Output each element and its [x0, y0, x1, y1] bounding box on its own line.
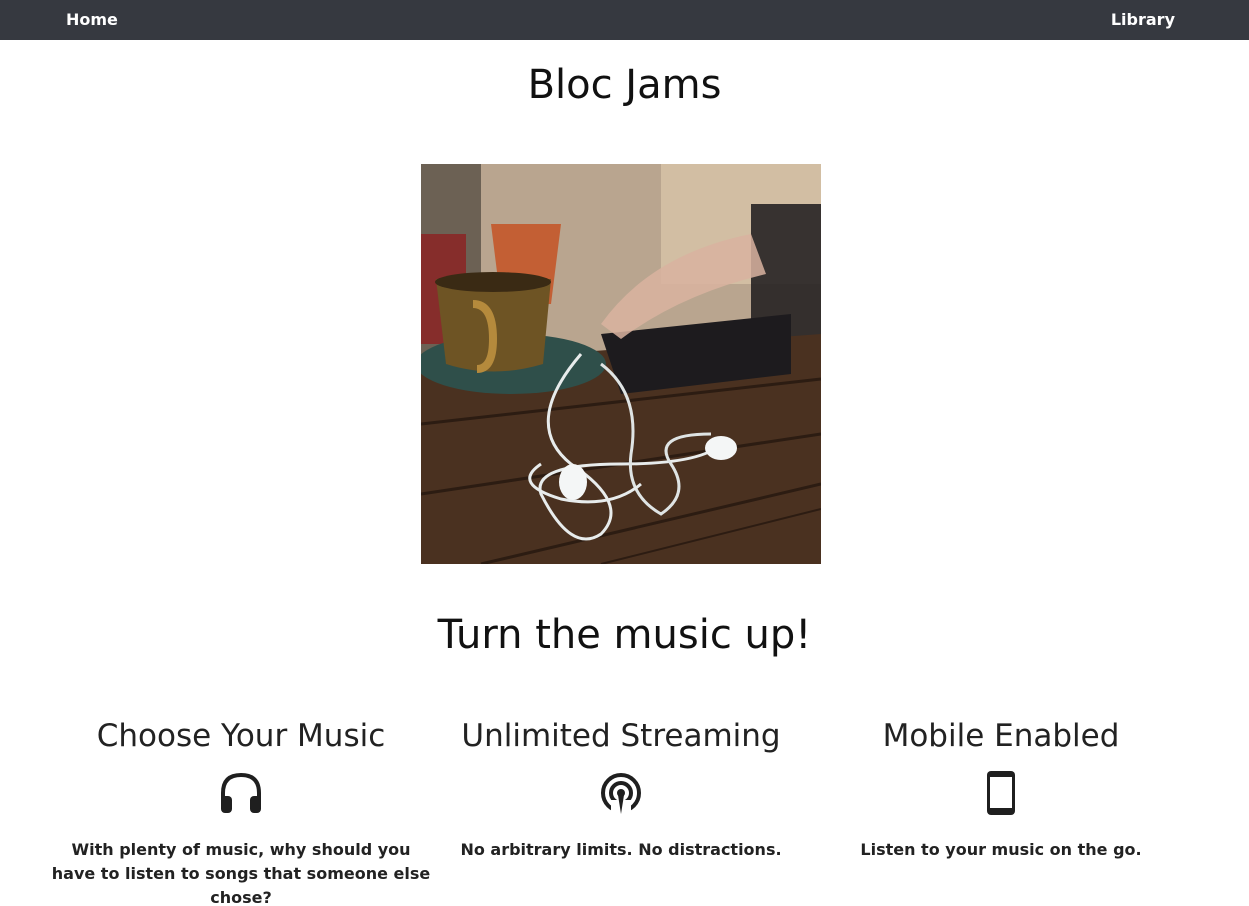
- top-navbar: Home Library: [0, 0, 1249, 40]
- feature-mobile-enabled: Mobile Enabled Listen to your music on t…: [811, 716, 1191, 862]
- hero-image: [421, 164, 821, 564]
- hero-image-illustration: [421, 164, 821, 564]
- headphones-icon: [221, 772, 261, 813]
- feature-title: Choose Your Music: [96, 718, 386, 754]
- nav-library-link[interactable]: Library: [1111, 0, 1175, 40]
- feature-title: Unlimited Streaming: [461, 718, 781, 754]
- tagline: Turn the music up!: [437, 612, 812, 658]
- feature-description: No arbitrary limits. No distractions.: [460, 840, 782, 859]
- feature-title: Mobile Enabled: [882, 718, 1120, 754]
- site-title: Bloc Jams: [527, 62, 722, 108]
- feature-unlimited-streaming: Unlimited Streaming No arbitrary limits.…: [431, 716, 811, 862]
- nav-home-link[interactable]: Home: [66, 0, 118, 40]
- broadcast-icon: [601, 773, 641, 816]
- feature-description: Listen to your music on the go.: [860, 840, 1142, 859]
- feature-description: With plenty of music, why should you hav…: [51, 840, 431, 906]
- feature-choose-music: Choose Your Music With plenty of music, …: [51, 716, 431, 906]
- mobile-phone-icon: [987, 771, 1015, 815]
